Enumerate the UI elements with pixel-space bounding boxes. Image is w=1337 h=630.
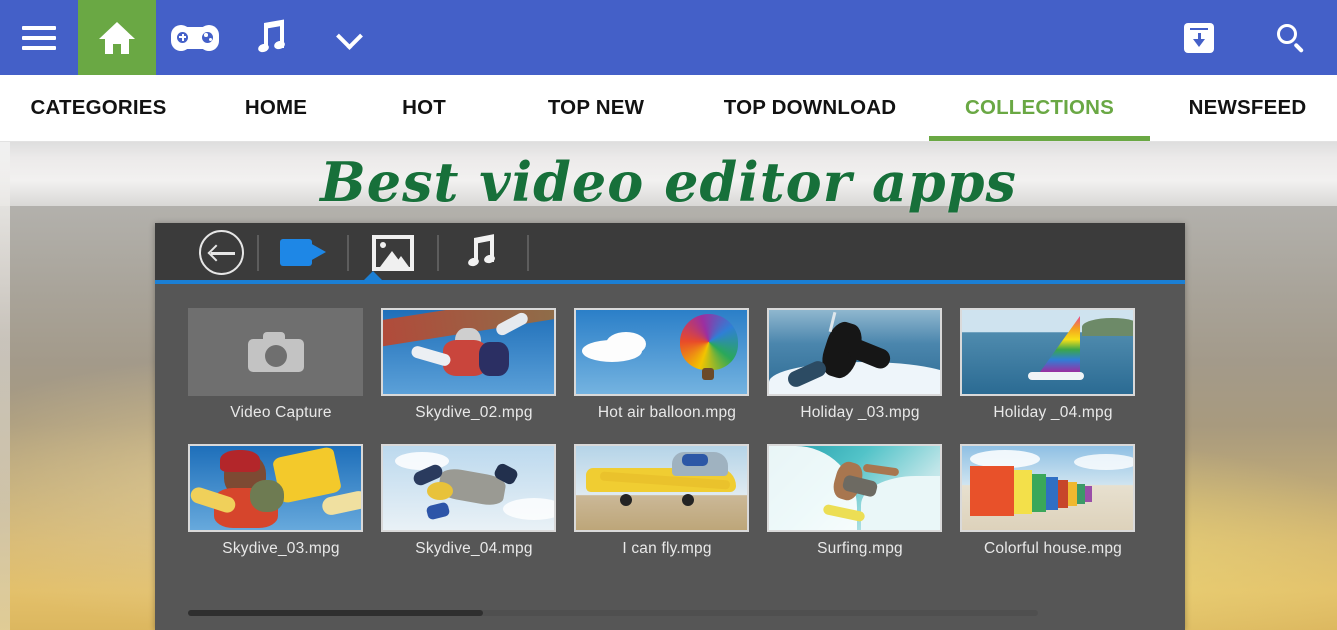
media-label: Colorful house.mpg: [983, 540, 1122, 557]
section-tab-bar: CATEGORIES HOME HOT TOP NEW TOP DOWNLOAD…: [0, 75, 1337, 142]
media-thumbnail[interactable]: [960, 444, 1135, 532]
media-item[interactable]: Video Capture: [188, 308, 381, 422]
gamepad-icon: [171, 24, 219, 52]
app-bar-spacer: [390, 0, 1153, 75]
active-tab-underline: [929, 136, 1150, 141]
games-button[interactable]: [156, 0, 234, 75]
video-editor-app-screenshot: Video Capture Skydive_02.mpg Hot air bal…: [155, 223, 1185, 630]
media-thumbnail[interactable]: [767, 444, 942, 532]
media-thumbnail[interactable]: [574, 308, 749, 396]
media-thumbnail[interactable]: [188, 444, 363, 532]
thumbnail-row: Video Capture Skydive_02.mpg Hot air bal…: [155, 308, 1185, 422]
media-item[interactable]: Holiday _04.mpg: [960, 308, 1153, 422]
media-label: Surfing.mpg: [817, 540, 903, 557]
media-item[interactable]: Colorful house.mpg: [960, 444, 1153, 558]
media-item[interactable]: Skydive_02.mpg: [381, 308, 574, 422]
media-label: Holiday _04.mpg: [993, 404, 1113, 421]
media-label: Hot air balloon.mpg: [597, 404, 737, 421]
tab-categories[interactable]: CATEGORIES: [0, 75, 197, 141]
image-picture-icon: [372, 234, 414, 271]
media-item[interactable]: Skydive_03.mpg: [188, 444, 381, 558]
media-thumbnail[interactable]: [381, 308, 556, 396]
more-sections-button[interactable]: [312, 0, 390, 75]
download-box-icon: [1184, 22, 1214, 53]
collection-content-area: Best video editor apps Video Capture Sky…: [0, 142, 1337, 630]
tab-newsfeed[interactable]: NEWSFEED: [1158, 75, 1337, 141]
music-note-icon: [467, 233, 498, 269]
media-item[interactable]: Holiday _03.mpg: [767, 308, 960, 422]
media-label: I can fly.mpg: [622, 540, 712, 557]
music-note-icon: [257, 19, 288, 54]
tab-top-new[interactable]: TOP NEW: [493, 75, 699, 141]
music-button[interactable]: [234, 0, 312, 75]
tab-label: TOP NEW: [547, 96, 645, 119]
tab-top-download[interactable]: TOP DOWNLOAD: [699, 75, 921, 141]
downloads-button[interactable]: [1153, 0, 1245, 75]
media-thumbnail[interactable]: [767, 308, 942, 396]
video-capture-tile[interactable]: [188, 308, 363, 396]
media-label: Skydive_03.mpg: [222, 540, 340, 557]
tab-label: TOP DOWNLOAD: [723, 96, 897, 119]
media-thumbnail[interactable]: [960, 308, 1135, 396]
hamburger-menu-icon: [22, 25, 56, 50]
media-thumbnail-grid: Video Capture Skydive_02.mpg Hot air bal…: [155, 284, 1185, 558]
collection-banner-title: Best video editor apps: [320, 150, 1017, 214]
search-magnifier-icon: [1276, 23, 1306, 53]
horizontal-scrollbar-track[interactable]: [188, 610, 1038, 616]
tab-home[interactable]: HOME: [197, 75, 355, 141]
editor-back-button[interactable]: [185, 223, 257, 282]
media-item[interactable]: Hot air balloon.mpg: [574, 308, 767, 422]
tab-hot[interactable]: HOT: [355, 75, 493, 141]
back-arrow-circle-icon: [198, 230, 244, 275]
media-label: Skydive_02.mpg: [415, 404, 533, 421]
editor-tab-video[interactable]: [259, 223, 347, 282]
editor-toolbar: [155, 223, 1185, 282]
tab-label: HOME: [244, 96, 308, 119]
tab-label: NEWSFEED: [1188, 96, 1307, 119]
home-icon: [99, 21, 135, 54]
media-label: Video Capture: [230, 404, 332, 421]
media-thumbnail[interactable]: [381, 444, 556, 532]
media-label: Skydive_04.mpg: [415, 540, 533, 557]
thumbnail-row: Skydive_03.mpg Skydive_04.mpg I can fly.…: [155, 444, 1185, 558]
home-button[interactable]: [78, 0, 156, 75]
tab-collections[interactable]: COLLECTIONS: [921, 75, 1158, 141]
media-thumbnail[interactable]: [574, 444, 749, 532]
media-label: Holiday _03.mpg: [800, 404, 920, 421]
top-app-bar: [0, 0, 1337, 75]
toolbar-divider: [527, 234, 529, 271]
tab-label: HOT: [402, 96, 446, 119]
media-item[interactable]: I can fly.mpg: [574, 444, 767, 558]
video-camera-icon: [280, 239, 326, 266]
chevron-down-icon: [340, 27, 362, 49]
editor-active-tab-caret: [362, 271, 384, 282]
media-item[interactable]: Surfing.mpg: [767, 444, 960, 558]
app-bar-actions: [1153, 0, 1337, 75]
horizontal-scrollbar-thumb[interactable]: [188, 610, 483, 616]
tab-label: CATEGORIES: [30, 96, 167, 119]
search-button[interactable]: [1245, 0, 1337, 75]
editor-tab-audio[interactable]: [439, 223, 527, 282]
camera-icon: [247, 332, 304, 372]
background-left-edge: [0, 142, 10, 630]
hamburger-menu-button[interactable]: [0, 0, 78, 75]
media-item[interactable]: Skydive_04.mpg: [381, 444, 574, 558]
tab-label: COLLECTIONS: [964, 96, 1115, 119]
